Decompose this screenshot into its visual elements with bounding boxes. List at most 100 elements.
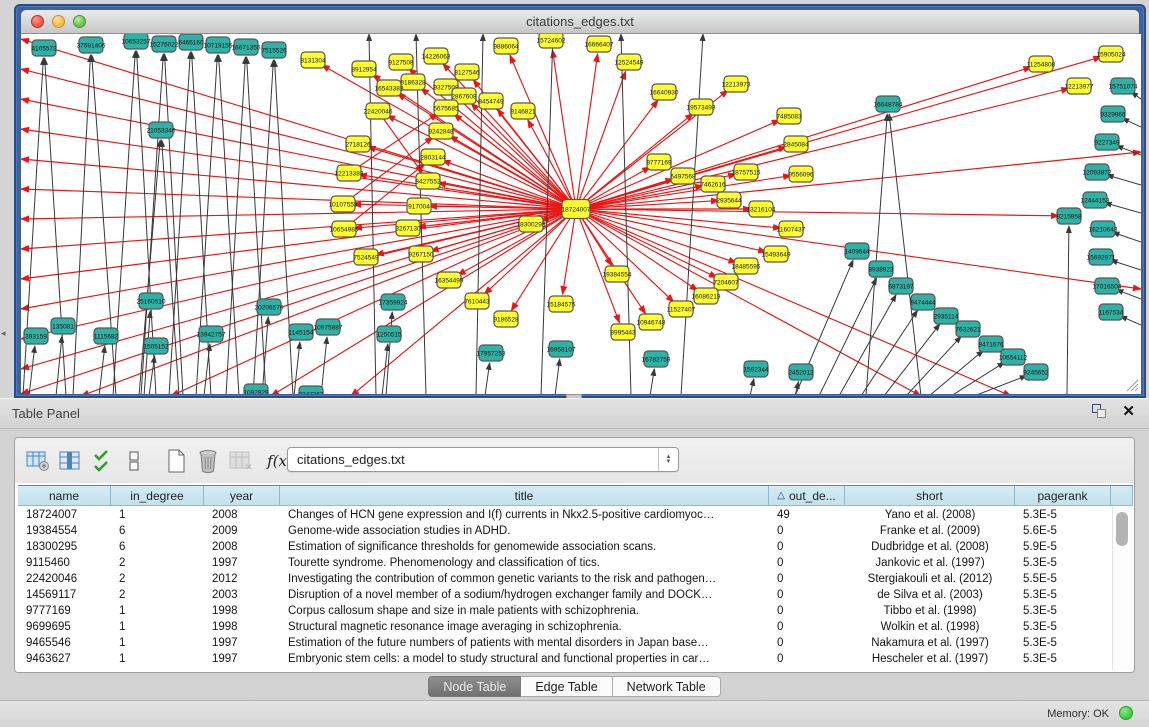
graph-edge-selected[interactable] <box>563 209 576 294</box>
graph-node-selected[interactable]: 15184575 <box>547 296 576 312</box>
table-row[interactable]: 1830029562008Estimation of significance … <box>18 539 1111 555</box>
graph-edge[interactable] <box>45 58 66 394</box>
graph-node[interactable]: 2452012 <box>788 364 814 380</box>
close-panel-icon[interactable]: ✕ <box>1122 404 1135 420</box>
graph-node[interactable]: 1115682 <box>94 328 119 344</box>
graph-node-selected[interactable]: 7485083 <box>776 108 802 124</box>
graph-node-selected[interactable]: 9267150 <box>408 246 434 262</box>
graph-edge-selected[interactable] <box>510 55 576 209</box>
graph-edge-selected[interactable] <box>552 50 576 209</box>
graph-node-selected[interactable]: 9146821 <box>510 103 536 119</box>
graph-node-selected[interactable]: 14226063 <box>422 48 451 64</box>
graph-node[interactable]: 10719155 <box>204 37 233 53</box>
graph-node-selected[interactable]: 10654985 <box>330 221 359 237</box>
graph-edge-selected[interactable] <box>576 57 1101 209</box>
network-graph[interactable]: 4105572376914061065325715276022646616010… <box>21 34 1141 394</box>
graph-node[interactable]: 9474444 <box>910 294 936 310</box>
column-header-in_degree[interactable]: in_degree <box>111 486 204 505</box>
graph-node[interactable]: 10975887 <box>314 319 343 335</box>
graph-node-selected[interactable]: 16640930 <box>650 84 679 100</box>
graph-node[interactable]: 17016504 <box>1093 278 1122 294</box>
column-header-title[interactable]: title <box>280 486 769 505</box>
graph-edge-selected[interactable] <box>576 54 598 209</box>
graph-node[interactable]: 1250515 <box>376 326 402 342</box>
graph-node[interactable]: 1145154 <box>289 324 314 340</box>
graph-node-selected[interactable]: 2935644 <box>716 192 742 208</box>
graph-node[interactable]: 7632621 <box>955 321 981 337</box>
graph-edge-selected[interactable] <box>576 209 698 290</box>
graph-node[interactable]: 17359924 <box>379 294 408 310</box>
graph-edge-selected[interactable] <box>378 111 422 173</box>
graph-node[interactable]: 17957253 <box>477 345 506 361</box>
graph-edge-selected[interactable] <box>21 209 576 279</box>
graph-node[interactable]: 25160510 <box>137 293 166 309</box>
graph-edge-selected[interactable] <box>497 109 576 209</box>
table-header-row[interactable]: namein_degreeyeartitle△out_de...shortpag… <box>18 485 1133 506</box>
graph-edge[interactable] <box>1105 203 1141 213</box>
graph-node[interactable]: 393159 <box>24 328 48 344</box>
scrollbar-thumb[interactable] <box>1116 512 1128 546</box>
graph-node[interactable]: 135081 <box>51 318 75 334</box>
graph-node-selected[interactable]: 8427552 <box>415 173 441 189</box>
graph-node[interactable]: 2935114 <box>934 308 959 324</box>
table-selector-dropdown[interactable]: citations_edges.txt ▲▼ <box>287 447 679 472</box>
graph-node-selected[interactable]: 9556096 <box>788 166 814 182</box>
graph-edge-selected[interactable] <box>576 209 645 314</box>
graph-node-selected[interactable]: 16086219 <box>692 288 721 304</box>
tab-network-table[interactable]: Network Table <box>613 676 721 697</box>
graph-node-selected[interactable]: 2803144 <box>420 149 446 165</box>
graph-edge[interactable] <box>650 369 654 394</box>
graph-edge[interactable] <box>1067 226 1069 394</box>
graph-node[interactable]: 9245652 <box>1023 364 1049 380</box>
table-column-icon[interactable] <box>55 446 85 476</box>
table-row[interactable]: 1872400712008Changes of HCN gene express… <box>18 507 1111 523</box>
graph-node-selected[interactable]: 8131304 <box>300 52 326 68</box>
graph-edge[interactable] <box>555 359 560 394</box>
vertical-scrollbar[interactable] <box>1112 507 1131 670</box>
graph-node[interactable]: 1092929 <box>243 384 269 394</box>
graph-node[interactable]: 21053346 <box>147 122 176 138</box>
graph-node-selected[interactable]: 2845084 <box>783 136 809 152</box>
resize-grip-icon[interactable] <box>1123 376 1139 392</box>
graph-node[interactable]: 6466160 <box>178 34 204 50</box>
graph-node-selected[interactable]: 12213977 <box>1065 78 1094 94</box>
graph-node-selected[interactable]: 19573493 <box>687 99 716 115</box>
graph-edge[interactable] <box>196 55 217 394</box>
graph-node-selected[interactable]: 8186328 <box>400 74 426 90</box>
graph-node[interactable]: 12093872 <box>1083 164 1112 180</box>
graph-node-selected[interactable]: 6497568 <box>670 168 696 184</box>
column-header-name[interactable]: name <box>18 486 111 505</box>
graph-node-selected[interactable]: 11607437 <box>777 221 806 237</box>
graph-edge-selected[interactable] <box>576 209 674 302</box>
network-canvas[interactable]: 4105572376914061065325715276022646616010… <box>21 34 1141 394</box>
graph-edge[interactable] <box>1116 290 1141 299</box>
graph-node-selected[interactable]: 12524549 <box>615 54 644 70</box>
graph-edge[interactable] <box>139 140 160 394</box>
graph-node-selected[interactable]: 10946748 <box>637 314 666 330</box>
network-window[interactable]: citations_edges.txt 41055723769140610653… <box>14 4 1146 398</box>
graph-node[interactable]: 15751074 <box>1109 78 1138 94</box>
graph-edge[interactable] <box>294 342 300 394</box>
table-row[interactable]: 2242004622012Investigating the contribut… <box>18 571 1111 587</box>
graph-edge-selected[interactable] <box>21 129 576 209</box>
graph-node-selected[interactable]: 7204607 <box>713 274 739 290</box>
graph-node[interactable]: 37691406 <box>77 37 106 53</box>
float-panel-icon[interactable] <box>1092 404 1108 420</box>
graph-node[interactable]: 13942757 <box>197 326 226 342</box>
graph-node[interactable]: 20206576 <box>255 299 284 315</box>
graph-node-selected[interactable]: 9186528 <box>493 311 519 327</box>
graph-node-selected[interactable]: 8454749 <box>478 93 504 109</box>
graph-node-selected[interactable]: 12213383 <box>335 165 364 181</box>
graph-node[interactable]: 6873197 <box>888 278 914 294</box>
graph-node[interactable]: 1409544 <box>844 243 870 259</box>
collapse-arrow-icon[interactable]: ◂ <box>1 328 6 339</box>
graph-node[interactable]: 15692971 <box>1087 249 1116 265</box>
graph-node-selected[interactable]: 13216104 <box>747 201 776 217</box>
graph-node-selected[interactable]: 3267130 <box>395 220 421 236</box>
table-row[interactable]: 1456911722003Disruption of a novel membe… <box>18 587 1111 603</box>
table-row[interactable]: 946554611997Estimation of the future num… <box>18 635 1111 651</box>
graph-node-selected[interactable]: 7524549 <box>353 249 379 265</box>
graph-node-selected[interactable]: 15905024 <box>1097 46 1126 62</box>
table-row[interactable]: 977716911998Corpus callosum shape and si… <box>18 603 1111 619</box>
graph-node[interactable]: 9227349 <box>1094 134 1120 150</box>
